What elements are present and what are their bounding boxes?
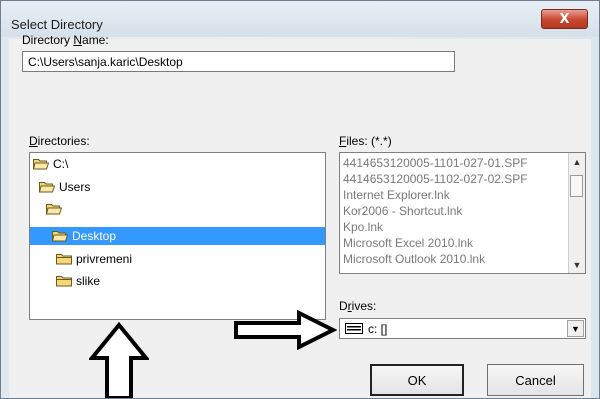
directory-item-privremeni[interactable]: privremeni <box>56 250 132 268</box>
ok-button[interactable]: OK <box>370 364 464 396</box>
file-item[interactable]: Kpo.lnk <box>343 220 383 234</box>
directory-name-label: Directory Name: <box>22 33 109 47</box>
open-folder-icon <box>46 204 62 215</box>
directory-item-user[interactable] <box>46 200 66 218</box>
folder-icon <box>56 276 72 287</box>
directory-item-root[interactable]: C:\ <box>33 155 68 173</box>
directory-item-desktop[interactable]: Desktop <box>30 227 325 245</box>
directories-list[interactable]: C:\ Users Desktop privremeni slike <box>29 152 326 320</box>
cancel-button[interactable]: Cancel <box>487 364 584 396</box>
files-label: Files: (*.*) <box>339 134 392 148</box>
file-item[interactable]: Kor2006 - Shortcut.lnk <box>343 204 462 218</box>
folder-icon <box>56 254 72 265</box>
window-title: Select Directory <box>11 17 103 32</box>
files-scrollbar[interactable]: ▲ ▼ <box>568 153 585 273</box>
drive-icon <box>345 323 363 334</box>
directory-item-users[interactable]: Users <box>39 178 90 196</box>
close-button[interactable]: X <box>541 9 588 29</box>
scroll-down-icon[interactable]: ▼ <box>569 256 585 273</box>
drives-select[interactable]: c: [] ▼ <box>339 318 586 339</box>
select-directory-dialog: Select Directory X Directory Name: Direc… <box>0 0 600 399</box>
directory-item-slike[interactable]: slike <box>56 272 100 290</box>
close-icon: X <box>559 11 570 27</box>
right-arrow-icon <box>234 310 337 350</box>
open-folder-icon <box>33 159 49 170</box>
scroll-up-icon[interactable]: ▲ <box>569 153 585 170</box>
chevron-down-icon[interactable]: ▼ <box>567 320 584 337</box>
title-bar[interactable]: Select Directory X <box>1 1 599 37</box>
file-item[interactable]: Microsoft Excel 2010.lnk <box>343 236 473 250</box>
file-item[interactable]: 4414653120005-1102-027-02.SPF <box>343 172 528 186</box>
open-folder-icon <box>39 182 55 193</box>
directories-label: Directories: <box>29 134 90 148</box>
files-list[interactable]: 4414653120005-1101-027-01.SPF 4414653120… <box>339 152 586 274</box>
directory-name-input[interactable] <box>22 51 455 72</box>
up-arrow-icon <box>89 322 149 398</box>
file-item[interactable]: 4414653120005-1101-027-01.SPF <box>343 156 528 170</box>
file-item[interactable]: Microsoft Outlook 2010.lnk <box>343 252 485 266</box>
drives-label: Drives: <box>339 299 377 313</box>
open-folder-icon <box>52 231 68 242</box>
drives-value: c: [] <box>368 322 388 336</box>
scroll-thumb[interactable] <box>570 175 583 197</box>
file-item[interactable]: Internet Explorer.lnk <box>343 188 450 202</box>
